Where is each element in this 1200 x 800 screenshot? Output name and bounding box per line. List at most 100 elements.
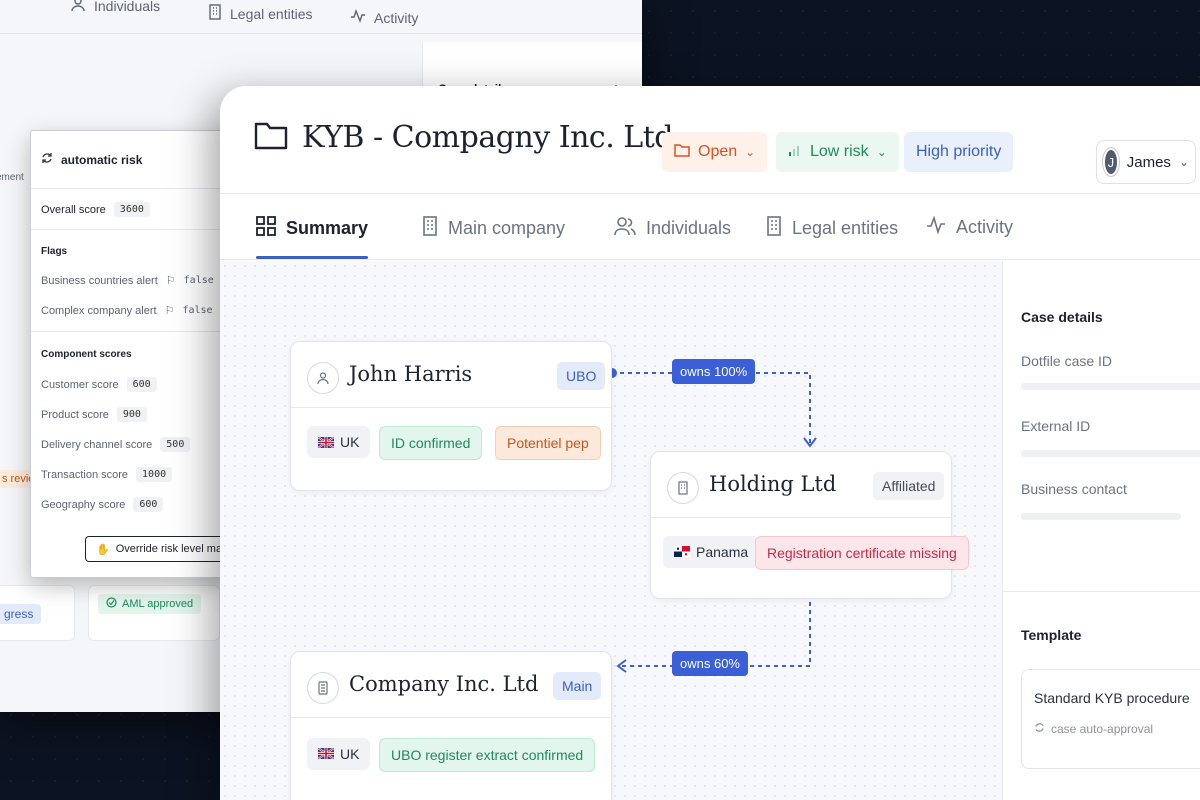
ubo-register-chip: UBO register extract confirmed [379, 738, 596, 772]
tab-activity[interactable]: Activity [926, 215, 1013, 239]
node-header: Company Inc. Ltd Main [291, 652, 611, 718]
tab-label: Summary [286, 218, 369, 238]
user-icon [307, 362, 339, 394]
main-window: KYB - Compagny Inc. Ltd Open ⌄ Low risk … [220, 86, 1200, 800]
uk-flag-icon [317, 746, 335, 762]
ownership-graph-canvas[interactable]: owns 100% owns 60% John Harris UBO UK ID… [220, 261, 1002, 800]
divider [31, 229, 229, 230]
node-role-tag: Affiliated [873, 472, 945, 500]
building-icon [766, 216, 782, 241]
folder-open-icon [674, 143, 690, 162]
component-score-value: 500 [160, 437, 191, 452]
folder-icon [254, 120, 288, 155]
tab-summary[interactable]: Summary [256, 216, 368, 241]
tab-label: Main company [448, 218, 566, 238]
tab-individuals[interactable]: Individuals [614, 216, 731, 241]
risk-panel-header: automatic risk [31, 131, 229, 189]
template-sub: case auto-approval [1034, 722, 1153, 736]
template-card[interactable]: Standard KYB procedure case auto-approva… [1021, 669, 1200, 769]
tab-main-company[interactable]: Main company [422, 216, 565, 241]
divider [31, 331, 229, 332]
chevron-down-icon: ⌄ [1178, 155, 1189, 169]
override-risk-button[interactable]: ✋ Override risk level ma [85, 536, 229, 562]
refresh-icon [41, 151, 53, 169]
tab-label: Legal entities [792, 218, 899, 238]
uk-flag-icon [318, 436, 334, 448]
back-tab-legal-entities[interactable]: Legal entities [208, 4, 313, 23]
left-fragment-ement: ement [0, 172, 24, 183]
avatar: J [1103, 148, 1119, 176]
component-score-value: 1000 [136, 467, 173, 482]
node-company-inc[interactable]: Company Inc. Ltd Main UK UBO register ex… [290, 651, 612, 800]
component-score-value: 900 [116, 407, 147, 422]
grid-icon [256, 216, 276, 241]
country-name: UK [340, 746, 360, 762]
component-score-row: Geography score 600 [41, 497, 164, 512]
component-score-value: 600 [133, 497, 164, 512]
node-john-harris[interactable]: John Harris UBO UK ID confirmed Potentie… [290, 341, 612, 491]
back-tab-individuals[interactable]: Individuals [70, 0, 160, 15]
building-icon [208, 4, 222, 23]
template-name: Standard KYB procedure [1034, 690, 1190, 706]
aml-badge-label: AML approved [122, 598, 194, 610]
flag-icon: ⚐ [165, 275, 176, 287]
back-tab-label: Activity [374, 9, 419, 26]
title-wrap: KYB - Compagny Inc. Ltd [254, 120, 673, 155]
template-sub-label: case auto-approval [1051, 722, 1154, 736]
country-chip: UK [307, 426, 371, 458]
tab-bar: Summary Main company Individuals Legal e… [220, 194, 1200, 260]
status-open-dropdown[interactable]: Open ⌄ [662, 132, 768, 172]
activity-icon [926, 215, 946, 239]
country-chip: Panama [663, 536, 760, 568]
flag-value: false [182, 305, 213, 316]
component-score-row: Delivery channel score 500 [41, 437, 191, 452]
overall-score-value: 3600 [113, 202, 150, 217]
building-icon [422, 216, 438, 241]
page-title: KYB - Compagny Inc. Ltd [302, 120, 673, 155]
panama-flag-icon [674, 544, 690, 560]
back-tab-activity[interactable]: Activity [350, 8, 419, 26]
case-details-title: Case details [1021, 309, 1103, 325]
active-tab-indicator [256, 256, 368, 259]
back-tab-label: Individuals [94, 0, 161, 14]
component-score-label: Geography score [41, 498, 126, 511]
status-open-label: Open [698, 143, 738, 160]
aml-badge: AML approved [98, 594, 202, 614]
priority-badge[interactable]: High priority [904, 132, 1014, 172]
back-tab-bar: Individuals Legal entities Activity [0, 0, 642, 34]
component-score-label: Delivery channel score [41, 438, 153, 451]
flag-label: Business countries alert [41, 274, 158, 287]
risk-level-dropdown[interactable]: Low risk ⌄ [776, 132, 899, 172]
component-score-row: Product score 900 [41, 407, 147, 422]
case-field-value-placeholder [1021, 513, 1181, 520]
component-score-label: Customer score [41, 378, 119, 391]
priority-label: High priority [916, 143, 1002, 160]
country-name: UK [340, 434, 360, 450]
component-scores-title: Component scores [41, 349, 132, 360]
potential-pep-chip: Potentiel pep [495, 426, 601, 460]
risk-panel-title: automatic risk [61, 152, 143, 167]
overall-score-row: Overall score 3600 [41, 202, 150, 217]
building-icon [307, 672, 339, 704]
flag-label: Complex company alert [41, 304, 157, 317]
user-icon [70, 0, 86, 15]
component-score-label: Transaction score [41, 468, 129, 481]
case-field-label: Business contact [1021, 481, 1127, 497]
user-menu-button[interactable]: J James ⌄ [1096, 140, 1196, 184]
case-field-label: External ID [1021, 418, 1091, 434]
override-risk-label: Override risk level ma [115, 543, 223, 555]
edge-label: owns 60% [672, 651, 748, 676]
tab-legal-entities[interactable]: Legal entities [766, 216, 898, 241]
node-role-tag: Main [553, 672, 602, 700]
node-holding-ltd[interactable]: Holding Ltd Affiliated Panama Registrati… [650, 451, 969, 599]
edge-label: owns 100% [672, 359, 756, 384]
users-icon [614, 216, 636, 241]
flag-row: Complex company alert ⚐ false [41, 304, 213, 318]
hand-icon: ✋ [96, 543, 110, 556]
divider [1003, 591, 1200, 592]
component-score-row: Customer score 600 [41, 377, 157, 392]
risk-panel: automatic risk Overall score 3600 Flags … [30, 130, 230, 578]
component-score-value: 600 [126, 377, 157, 392]
signal-bars-icon [788, 143, 802, 162]
node-name: Company Inc. Ltd [349, 672, 539, 696]
